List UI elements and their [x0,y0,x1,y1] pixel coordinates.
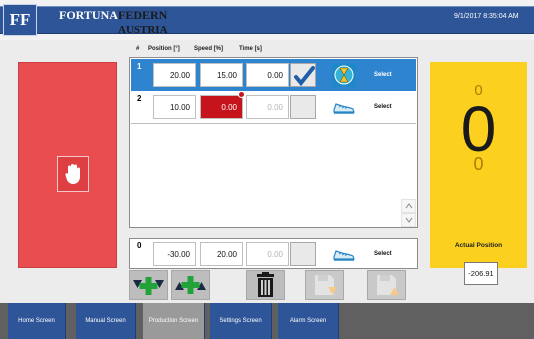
list-row-2[interactable]: 2 10.00 0.00 0.00 Select [131,91,416,123]
error-badge [238,91,245,98]
position-field[interactable]: -30.00 [153,242,196,266]
time-field[interactable]: 0.00 [246,242,289,266]
scroll-up-button[interactable] [401,199,416,213]
column-time: Time [s] [239,46,262,52]
nav-production-screen[interactable]: Production Screen [143,303,205,339]
delete-button[interactable] [246,270,285,300]
row-index: 0 [137,241,142,250]
column-index: # [136,46,140,52]
nav-manual-screen[interactable]: Manual Screen [76,303,136,339]
enable-checkbox[interactable] [290,63,316,87]
column-position: Position [°] [148,46,180,52]
hand-stop-icon [65,164,80,184]
list-row-1[interactable]: 1 20.00 15.00 0.00 Select [131,59,416,91]
nav-alarm-screen[interactable]: Alarm Screen [278,303,339,339]
hourglass-icon[interactable] [331,63,357,87]
insert-below-button[interactable] [129,270,168,300]
select-button[interactable]: Select [374,251,392,257]
speed-field-error[interactable]: 0.00 [200,95,243,119]
actual-position-label: Actual Position [454,242,503,249]
chevron-up-icon [405,203,413,209]
scroll-down-button[interactable] [401,213,416,227]
select-button[interactable]: Select [374,104,392,110]
insert-below-icon [133,277,164,295]
row-index: 1 [137,62,142,71]
home-position-row[interactable]: 0 -30.00 20.00 0.00 Select [129,238,418,269]
actual-bottom-value: 0 [473,154,484,174]
brand-name-2: FEDERN [118,8,168,22]
checkmark-icon [294,66,315,87]
time-field[interactable]: 0.00 [246,95,289,119]
insert-above-icon [175,276,206,294]
shoe-icon[interactable] [331,242,357,266]
save-up-button[interactable] [367,270,406,300]
position-field[interactable]: 10.00 [153,95,196,119]
header: FF FORTUNA FEDERN AUSTRIA 9/1/2017 8:35:… [0,0,534,40]
datetime: 9/1/2017 8:35:04 AM [454,13,519,20]
shoe-icon[interactable] [331,95,357,119]
nav-home-screen[interactable]: Home Screen [8,303,66,339]
insert-above-button[interactable] [171,270,210,300]
position-list: 1 20.00 15.00 0.00 Select 2 10.00 0.00 0… [129,57,418,228]
row-index: 2 [137,94,142,103]
brand-name-3: AUSTRIA [118,24,168,36]
time-field[interactable]: 0.00 [246,63,289,87]
select-button[interactable]: Select [374,72,392,78]
save-up-icon [377,275,399,295]
actual-position-value: -206.91 [464,262,498,285]
column-speed: Speed [%] [194,46,224,52]
save-down-icon [315,275,337,295]
enable-checkbox[interactable] [290,242,316,266]
speed-field[interactable]: 15.00 [200,63,243,87]
emergency-stop-panel [18,62,117,268]
enable-checkbox[interactable] [290,95,316,119]
save-down-button[interactable] [305,270,344,300]
stop-button[interactable] [57,156,89,192]
row-divider [131,123,416,124]
company-logo: FF [3,4,37,36]
position-field[interactable]: 20.00 [153,63,196,87]
brand-name-1: FORTUNA [59,8,118,22]
chevron-down-icon [405,217,413,223]
actual-position-panel: 0 0 0 Actual Position [430,62,527,268]
trash-icon [257,272,274,297]
nav-settings-screen[interactable]: Settings Screen [210,303,272,339]
speed-field[interactable]: 20.00 [200,242,243,266]
